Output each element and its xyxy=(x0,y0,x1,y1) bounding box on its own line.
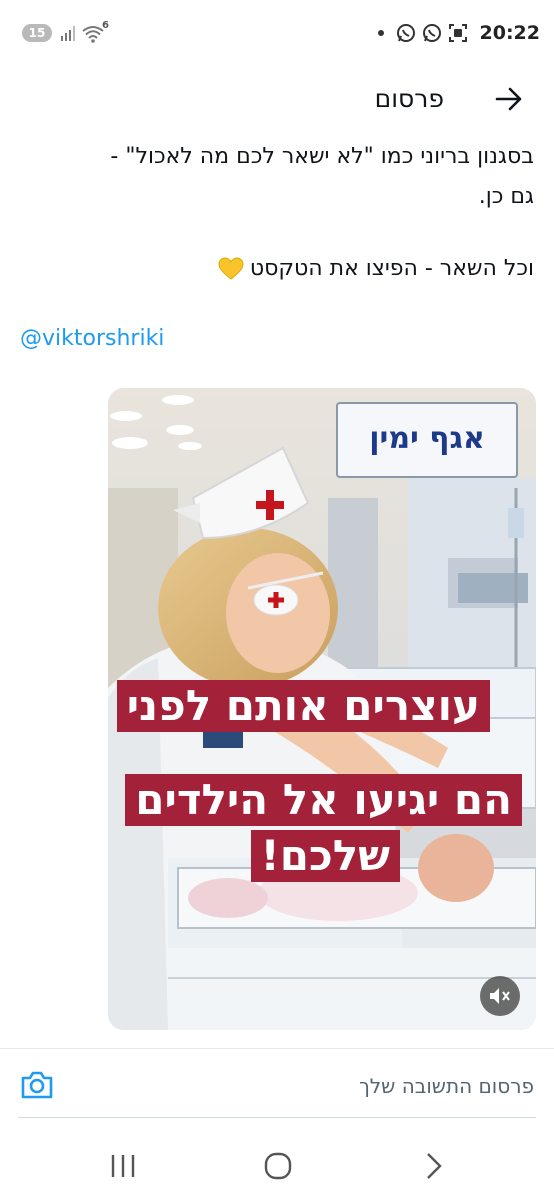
reply-input[interactable]: פרסום התשובה שלך xyxy=(359,1074,534,1098)
whatsapp-icon xyxy=(422,24,441,42)
notification-count-badge: 15 xyxy=(22,24,52,42)
page-title: פרסום xyxy=(374,84,444,113)
ward-sign: אגף ימין xyxy=(336,402,518,478)
wifi-badge: 6 xyxy=(102,20,109,31)
post-text-line: גם כן. xyxy=(478,184,534,209)
signal-icon xyxy=(61,26,75,41)
mention-link[interactable]: @viktorshriki xyxy=(20,326,164,351)
reply-input-underline xyxy=(18,1117,536,1118)
mute-button[interactable] xyxy=(480,976,520,1016)
volume-muted-icon xyxy=(490,988,510,1004)
status-bar: 15 6 20:22 xyxy=(0,0,554,66)
video-caption: עוצרים אותם לפני xyxy=(116,680,490,732)
divider xyxy=(0,1048,554,1049)
dot-icon xyxy=(377,30,384,36)
recent-apps-icon[interactable] xyxy=(103,1146,143,1186)
wifi-icon xyxy=(82,26,104,43)
post-text-line: וכל השאר - הפיצו את הטקסט xyxy=(218,250,534,288)
post-header: פרסום xyxy=(0,66,554,138)
camera-icon[interactable] xyxy=(20,1070,54,1100)
post-text-line: בסגנון בריוני כמו "לא ישאר לכם מה לאכול"… xyxy=(110,144,534,169)
home-icon[interactable] xyxy=(258,1146,298,1186)
status-icons-right: 20:22 xyxy=(377,20,540,46)
post-video[interactable]: אגף ימין עוצרים אותם לפני הם יגיעו אל הי… xyxy=(108,388,536,1030)
status-icons-left: 6 xyxy=(60,20,109,44)
post-text-line-text: וכל השאר - הפיצו את הטקסט xyxy=(249,256,534,281)
video-caption: שלכם! xyxy=(250,830,400,882)
reply-bar: פרסום התשובה שלך xyxy=(0,1056,554,1118)
video-caption: הם יגיעו אל הילדים xyxy=(125,774,522,826)
clock: 20:22 xyxy=(479,22,540,44)
system-nav-bar xyxy=(0,1130,554,1200)
arrow-right-icon[interactable] xyxy=(494,84,524,114)
yellow-heart-icon xyxy=(218,257,244,280)
chevron-right-icon[interactable] xyxy=(414,1146,454,1186)
screenshot-icon xyxy=(448,24,467,42)
whatsapp-icon xyxy=(396,24,415,42)
